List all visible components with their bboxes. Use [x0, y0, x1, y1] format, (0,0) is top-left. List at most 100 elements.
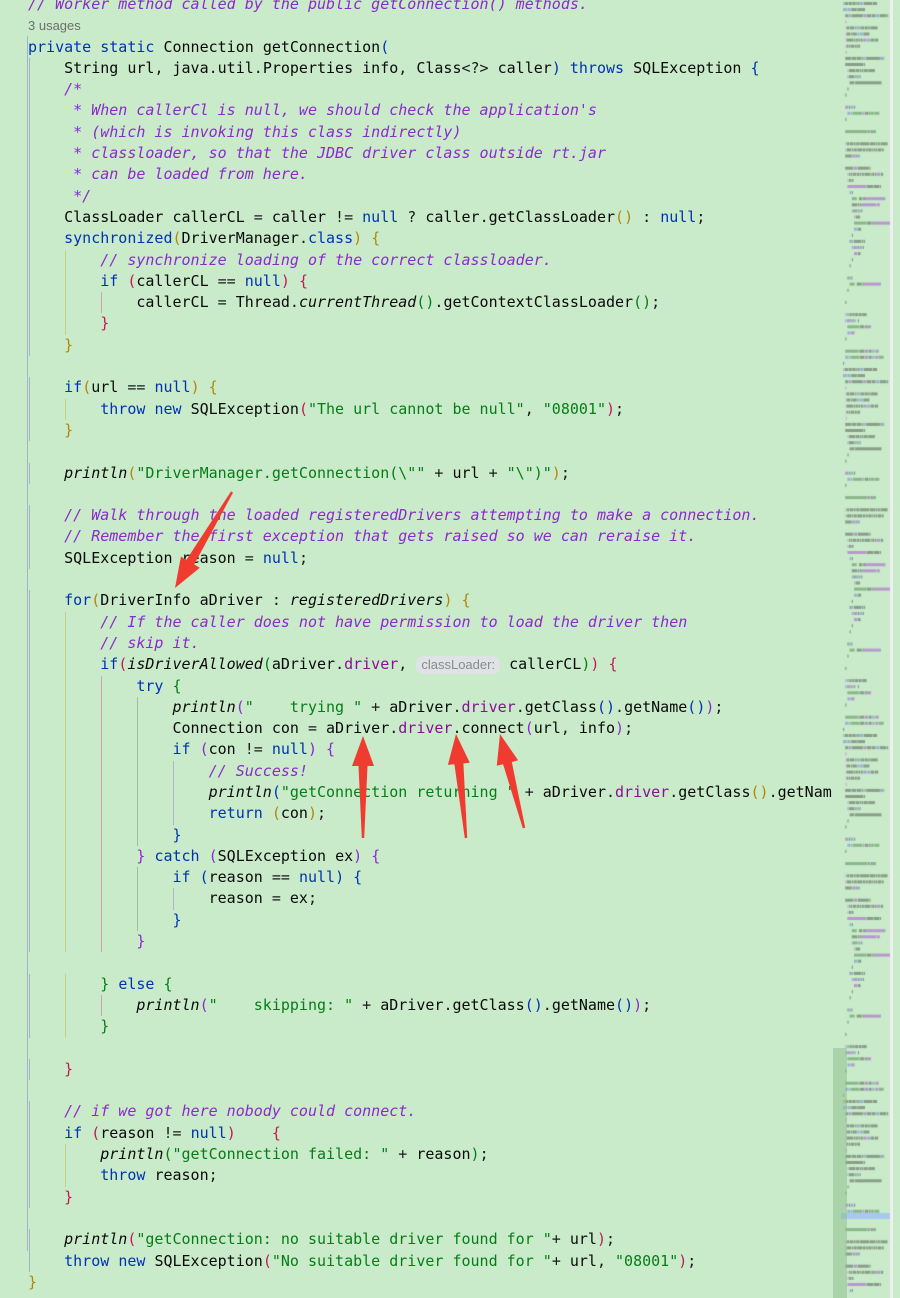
indent-guide [29, 419, 30, 442]
indent-guide [137, 888, 139, 910]
code-line[interactable]: // If the caller does not have permissio… [0, 611, 832, 633]
code-line[interactable]: println(" skipping: " + aDriver.getClass… [0, 994, 832, 1017]
indent-guide [65, 632, 67, 655]
code-line[interactable]: println("DriverManager.getConnection(\""… [0, 462, 832, 484]
code-minimap[interactable] [833, 0, 893, 1298]
code-line[interactable] [0, 441, 832, 462]
indent-guide [29, 1165, 30, 1187]
indent-guide [137, 696, 139, 719]
code-line[interactable]: println("getConnection failed: " + reaso… [0, 1144, 832, 1166]
indent-guide [29, 781, 30, 804]
code-line[interactable]: if(url == null) { [0, 377, 832, 399]
indent-guide [65, 781, 67, 804]
code-line[interactable]: * can be loaded from here. [0, 164, 832, 186]
code-line[interactable]: * (which is invoking this class indirect… [0, 121, 832, 144]
indent-guide [29, 1122, 30, 1145]
code-line[interactable]: if(isDriverAllowed(aDriver.driver, class… [0, 654, 832, 676]
code-line[interactable]: if (reason != null) { [0, 1122, 832, 1145]
code-line[interactable]: return (con); [0, 803, 832, 825]
code-line[interactable]: // Remember the first exception that get… [0, 526, 832, 548]
code-line[interactable]: } [0, 909, 832, 932]
code-line[interactable]: println("getConnection returning " + aDr… [0, 781, 832, 804]
code-line[interactable] [0, 1080, 832, 1101]
code-line[interactable]: } [0, 419, 832, 442]
indent-guide [101, 824, 103, 846]
code-line[interactable]: println(" trying " + aDriver.driver.getC… [0, 696, 832, 719]
code-line[interactable]: if (con != null) { [0, 739, 832, 761]
code-line[interactable]: } [0, 1186, 832, 1208]
indent-guide [29, 1058, 30, 1081]
minimap-scrollbar-thumb[interactable] [833, 1048, 847, 1298]
indent-guide [29, 1186, 30, 1208]
indent-guide [29, 121, 30, 144]
indent-guide [173, 781, 175, 804]
code-line[interactable]: SQLException reason = null; [0, 547, 832, 570]
indent-guide [101, 760, 103, 782]
code-line[interactable] [0, 952, 832, 973]
indent-guide [29, 867, 30, 889]
code-line[interactable]: * When callerCl is null, we should check… [0, 100, 832, 122]
code-line[interactable] [0, 1038, 832, 1059]
code-line[interactable]: for(DriverInfo aDriver : registeredDrive… [0, 590, 832, 612]
code-line[interactable]: // synchronize loading of the correct cl… [0, 249, 832, 271]
indent-guide [101, 696, 103, 719]
code-line[interactable]: println("getConnection: no suitable driv… [0, 1229, 832, 1251]
code-line[interactable]: throw reason; [0, 1165, 832, 1187]
code-line[interactable] [0, 356, 832, 377]
usages-hint-line[interactable]: 3 usages [0, 15, 832, 36]
code-line[interactable]: if (reason == null) { [0, 867, 832, 889]
indent-guide [29, 739, 30, 761]
code-line[interactable]: String url, java.util.Properties info, C… [0, 57, 832, 80]
code-line[interactable]: // if we got here nobody could connect. [0, 1101, 832, 1123]
code-line[interactable] [0, 484, 832, 505]
indent-guide [101, 867, 103, 889]
code-line[interactable]: } [0, 1016, 832, 1038]
code-line[interactable] [0, 1208, 832, 1229]
indent-guide [65, 313, 67, 335]
indent-guide [137, 781, 139, 804]
code-line[interactable]: try { [0, 675, 832, 697]
code-line[interactable]: } [0, 334, 832, 357]
indent-guide [65, 845, 67, 868]
method-scope-indicator [27, 36, 28, 1251]
indent-guide [29, 57, 30, 80]
indent-guide [29, 803, 30, 825]
code-line[interactable]: callerCL = Thread.currentThread().getCon… [0, 292, 832, 314]
code-line[interactable]: throw new SQLException("No suitable driv… [0, 1250, 832, 1272]
indent-guide [29, 1101, 30, 1123]
editor-viewport[interactable]: // Worker method called by the public ge… [0, 0, 832, 1298]
code-line[interactable]: } [0, 1058, 832, 1081]
code-line[interactable]: // Success! [0, 760, 832, 782]
code-line[interactable]: * classloader, so that the JDBC driver c… [0, 143, 832, 165]
code-line[interactable]: ClassLoader callerCL = caller != null ? … [0, 206, 832, 229]
code-line[interactable]: // Worker method called by the public ge… [0, 0, 832, 15]
indent-guide [29, 973, 30, 995]
indent-guide [29, 696, 30, 719]
code-line[interactable]: } [0, 824, 832, 846]
code-line[interactable]: Connection con = aDriver.driver.connect(… [0, 718, 832, 740]
indent-guide [29, 1016, 30, 1038]
indent-guide [65, 1144, 67, 1166]
code-line[interactable]: synchronized(DriverManager.class) { [0, 228, 832, 250]
code-line[interactable]: private static Connection getConnection( [0, 37, 832, 58]
code-line[interactable]: /* [0, 79, 832, 101]
code-line[interactable]: // Walk through the loaded registeredDri… [0, 505, 832, 527]
code-line[interactable]: // skip it. [0, 632, 832, 655]
indent-guide [101, 909, 103, 932]
indent-guide [29, 654, 30, 676]
code-line[interactable]: */ [0, 185, 832, 207]
indent-guide [137, 867, 139, 889]
usages-count-label[interactable]: 3 usages [28, 18, 81, 33]
code-content[interactable]: // Worker method called by the public ge… [0, 0, 832, 1293]
code-line[interactable]: } [0, 313, 832, 335]
indent-guide [65, 398, 67, 420]
code-line[interactable]: } [0, 931, 832, 953]
code-line[interactable]: if (callerCL == null) { [0, 270, 832, 293]
indent-guide [29, 185, 30, 207]
code-line[interactable]: } catch (SQLException ex) { [0, 845, 832, 868]
code-line[interactable]: } [0, 1272, 832, 1293]
code-line[interactable] [0, 569, 832, 590]
code-line[interactable]: } else { [0, 973, 832, 995]
code-line[interactable]: reason = ex; [0, 888, 832, 910]
code-line[interactable]: throw new SQLException("The url cannot b… [0, 398, 832, 420]
